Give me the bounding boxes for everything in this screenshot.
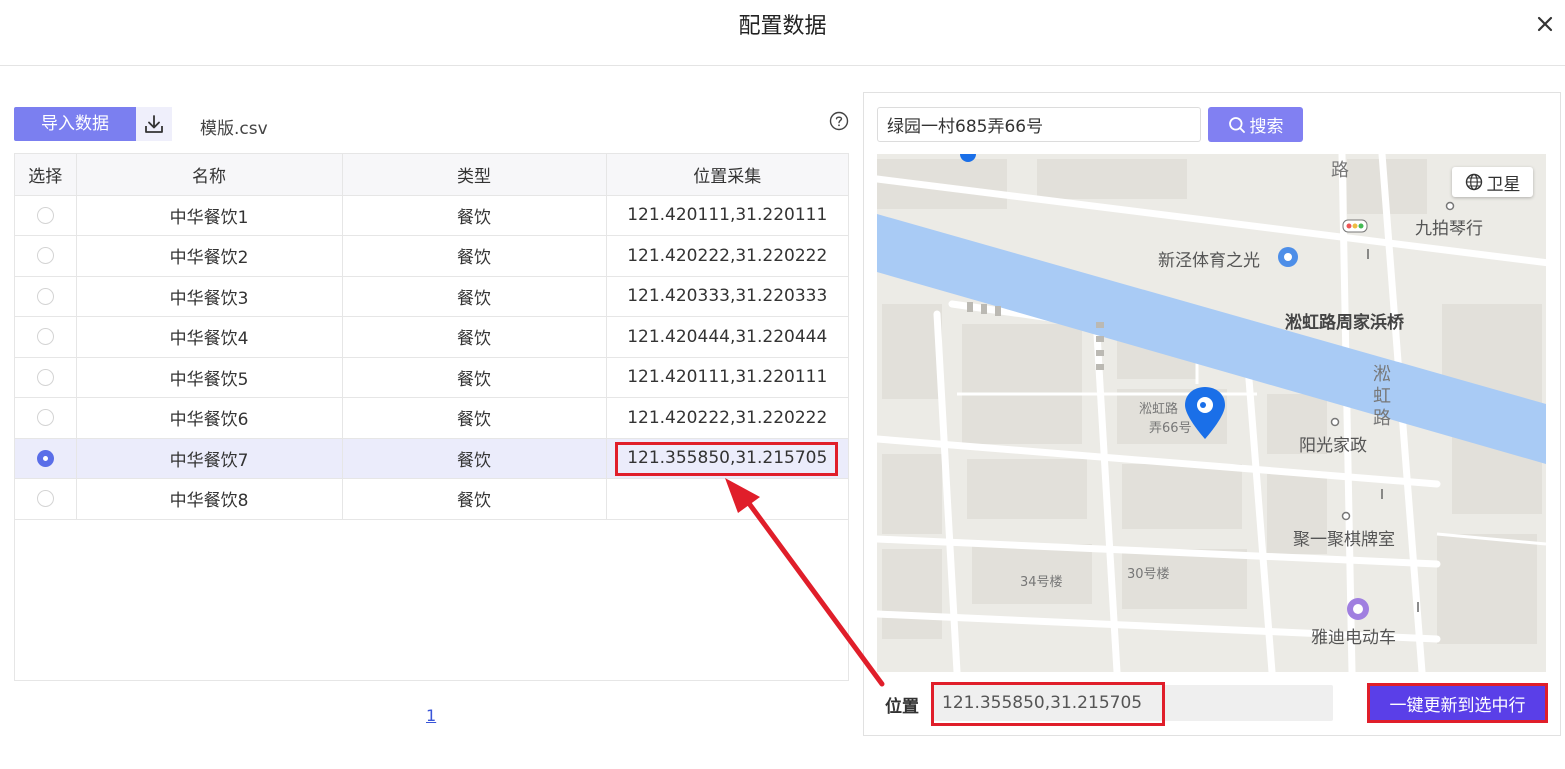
row-radio[interactable] xyxy=(36,206,54,224)
row-radio-checked[interactable] xyxy=(36,449,54,467)
row-name: 中华餐饮5 xyxy=(76,357,343,398)
search-button[interactable]: 搜索 xyxy=(1208,107,1303,142)
table-row[interactable]: 中华餐饮5 餐饮 121.420111,31.220111 xyxy=(15,357,848,398)
download-template-button[interactable] xyxy=(136,107,172,141)
map-label-chess: 聚一聚棋牌室 xyxy=(1293,530,1395,550)
row-location xyxy=(606,478,848,520)
data-table: 选择 名称 类型 位置采集 中华餐饮1 餐饮 121.420111,31.220… xyxy=(14,153,849,681)
map-label-building-30: 30号楼 xyxy=(1127,567,1170,582)
globe-icon xyxy=(1465,173,1482,191)
row-location: 121.420222,31.220222 xyxy=(606,397,848,439)
map-label-building-34: 34号楼 xyxy=(1020,575,1063,590)
map-label-address-1: 淞虹路 xyxy=(1139,402,1179,417)
row-type: 餐饮 xyxy=(342,235,607,277)
row-radio[interactable] xyxy=(36,368,54,386)
row-name: 中华餐饮8 xyxy=(76,478,343,520)
close-icon xyxy=(1537,16,1553,32)
import-data-button[interactable]: 导入数据 xyxy=(14,107,136,141)
map-label-ebike: 雅迪电动车 xyxy=(1311,628,1396,648)
row-radio[interactable] xyxy=(36,247,54,265)
row-name: 中华餐饮6 xyxy=(76,397,343,439)
row-location: 121.420444,31.220444 xyxy=(606,316,848,358)
column-header-name: 名称 xyxy=(76,154,343,196)
position-highlight-box xyxy=(931,682,1165,726)
column-header-select: 选择 xyxy=(15,154,77,196)
close-button[interactable] xyxy=(1531,10,1559,38)
table-row[interactable]: 中华餐饮2 餐饮 121.420222,31.220222 xyxy=(15,235,848,277)
table-row[interactable]: 中华餐饮3 餐饮 121.420333,31.220333 xyxy=(15,276,848,317)
row-radio[interactable] xyxy=(36,328,54,346)
row-name: 中华餐饮7 xyxy=(76,438,343,479)
modal-title: 配置数据 xyxy=(738,14,827,39)
row-name: 中华餐饮2 xyxy=(76,235,343,277)
table-row[interactable]: 中华餐饮1 餐饮 121.420111,31.220111 xyxy=(15,195,848,236)
row-location-highlighted: 121.355850,31.215705 xyxy=(606,438,848,479)
row-name: 中华餐饮1 xyxy=(76,195,343,236)
position-label: 位置 xyxy=(885,697,919,717)
row-radio[interactable] xyxy=(36,287,54,305)
row-type: 餐饮 xyxy=(342,195,607,236)
row-radio[interactable] xyxy=(36,490,54,508)
map-label-road: 路 xyxy=(1331,160,1349,181)
pagination-page-1[interactable]: 1 xyxy=(426,706,436,725)
row-location: 121.420111,31.220111 xyxy=(606,195,848,236)
row-name: 中华餐饮4 xyxy=(76,316,343,358)
map-label-housekeeping: 阳光家政 xyxy=(1299,436,1367,456)
map-label-sports: 新泾体育之光 xyxy=(1158,251,1260,271)
row-radio[interactable] xyxy=(36,409,54,427)
template-file-link[interactable]: 模版.csv xyxy=(200,114,268,139)
row-type: 餐饮 xyxy=(342,316,607,358)
column-header-location: 位置采集 xyxy=(606,154,848,196)
table-row[interactable]: 中华餐饮4 餐饮 121.420444,31.220444 xyxy=(15,316,848,358)
column-header-type: 类型 xyxy=(342,154,607,196)
row-type: 餐饮 xyxy=(342,438,607,479)
table-header-row: 选择 名称 类型 位置采集 xyxy=(15,154,848,196)
map-label-piano: 九拍琴行 xyxy=(1415,219,1483,239)
row-location: 121.420333,31.220333 xyxy=(606,276,848,317)
table-row-selected[interactable]: 中华餐饮7 餐饮 121.355850,31.215705 xyxy=(15,438,848,479)
row-type: 餐饮 xyxy=(342,357,607,398)
row-type: 餐饮 xyxy=(342,478,607,520)
row-location: 121.420111,31.220111 xyxy=(606,357,848,398)
modal-header: 配置数据 xyxy=(0,0,1565,66)
table-row[interactable]: 中华餐饮8 餐饮 xyxy=(15,478,848,520)
row-type: 餐饮 xyxy=(342,276,607,317)
row-type: 餐饮 xyxy=(342,397,607,439)
location-pin-icon[interactable] xyxy=(1183,385,1227,441)
map-view[interactable]: 路 新泾体育之光 九拍琴行 淞虹路周家浜桥 淞 虹 路 阳光家政 聚一聚棋牌室 … xyxy=(877,154,1546,672)
table-row[interactable]: 中华餐饮6 餐饮 121.420222,31.220222 xyxy=(15,397,848,439)
row-name: 中华餐饮3 xyxy=(76,276,343,317)
map-label-road-3: 路 xyxy=(1373,408,1391,429)
satellite-toggle-button[interactable]: 卫星 xyxy=(1452,167,1533,197)
update-selected-row-button[interactable]: 一键更新到选中行 xyxy=(1367,683,1548,723)
download-icon xyxy=(145,115,163,133)
help-icon[interactable] xyxy=(829,111,849,131)
address-search-input[interactable] xyxy=(877,107,1201,142)
search-icon xyxy=(1228,116,1245,133)
map-label-bridge: 淞虹路周家浜桥 xyxy=(1285,313,1404,333)
row-location: 121.420222,31.220222 xyxy=(606,235,848,277)
